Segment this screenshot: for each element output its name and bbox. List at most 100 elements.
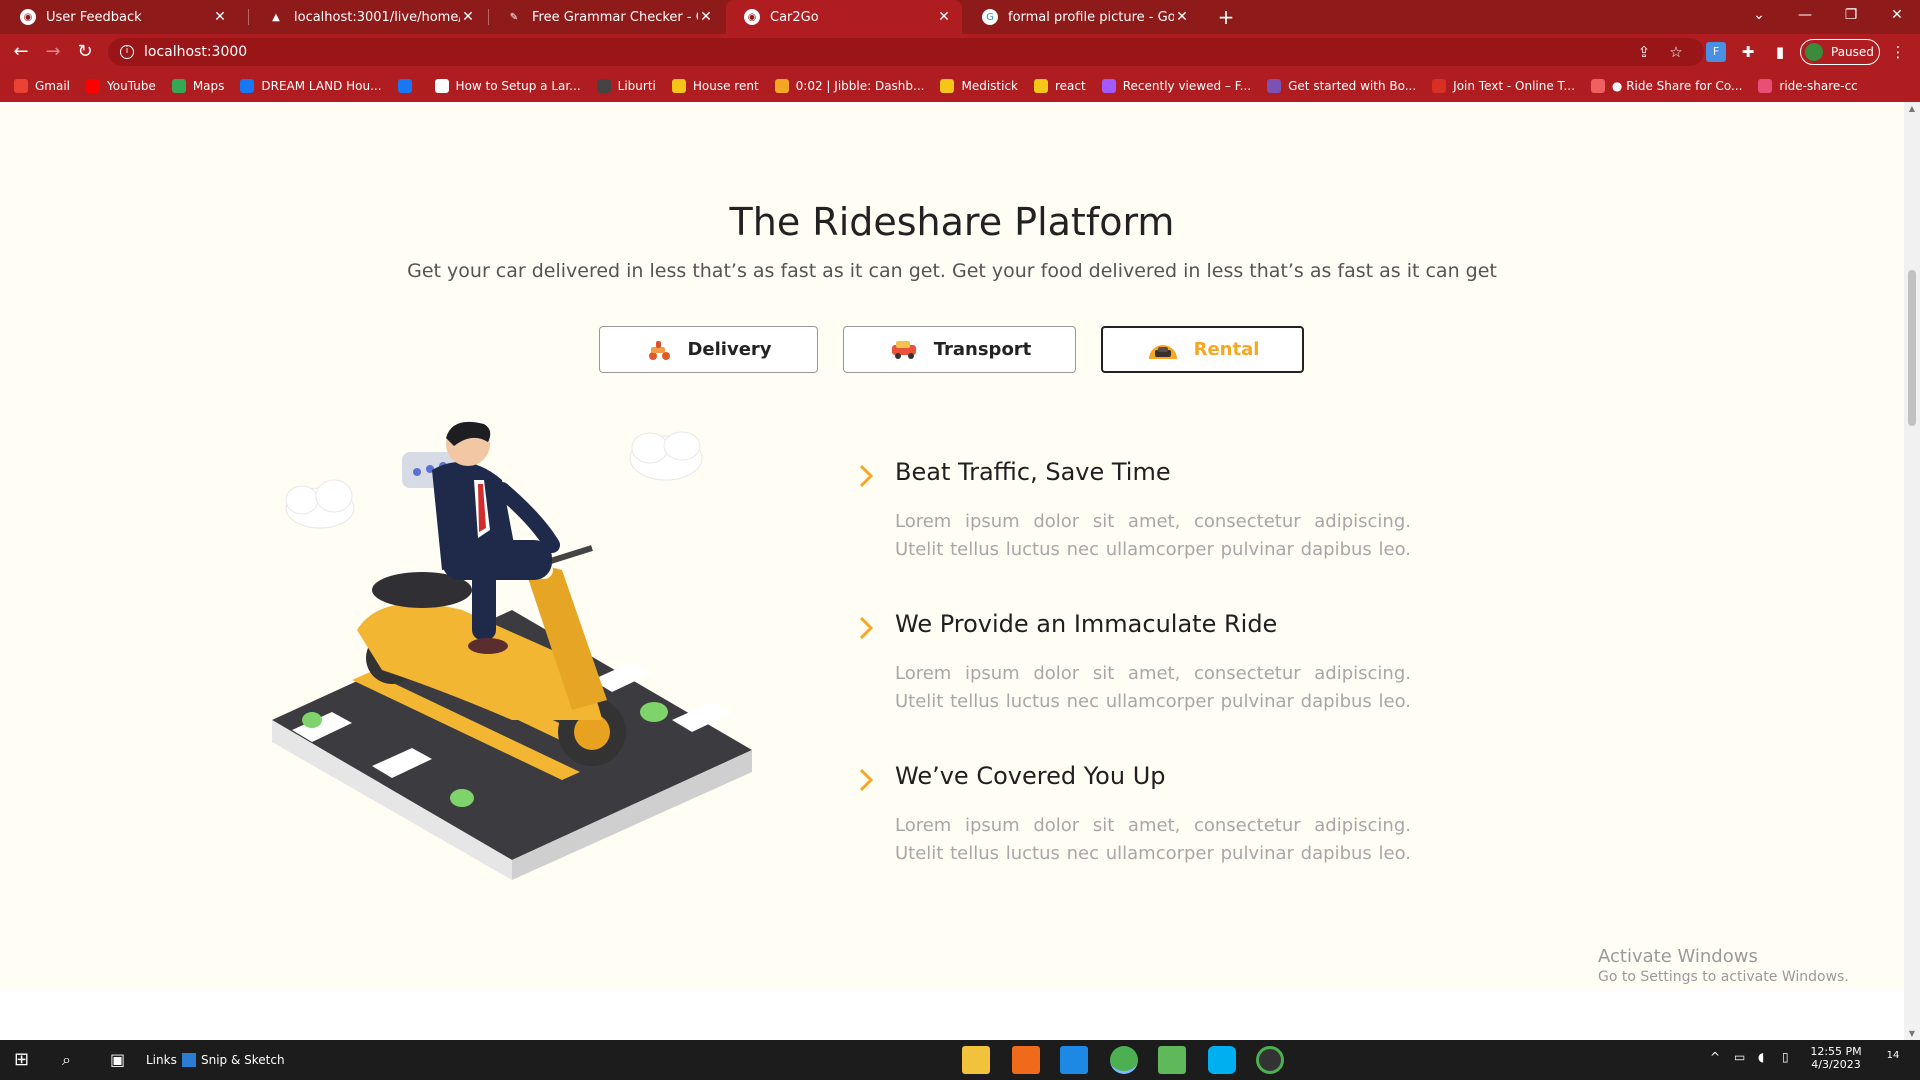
bookmark-favicon-icon xyxy=(1267,79,1282,93)
vscode-icon[interactable] xyxy=(1060,1046,1088,1074)
address-bar[interactable]: i localhost:3000 xyxy=(108,38,1704,66)
mongodb-compass-icon[interactable] xyxy=(1256,1046,1284,1074)
notepad-icon[interactable] xyxy=(1158,1046,1186,1074)
page-footer-strip xyxy=(0,990,1904,1040)
side-panel-icon[interactable]: ▮ xyxy=(1770,42,1790,62)
taskbar-links[interactable]: Links xyxy=(146,1048,177,1072)
browser-tab[interactable]: G formal profile picture - Google Search… xyxy=(964,0,1200,34)
scrollbar-thumb[interactable] xyxy=(1908,270,1916,426)
bookmark-label: ride-share-cc xyxy=(1779,79,1858,93)
chrome-globe-icon: ◉ xyxy=(20,9,36,25)
extensions-puzzle-icon[interactable]: ✚ xyxy=(1738,42,1758,62)
bookmark-favicon-icon xyxy=(86,79,101,93)
bookmark-item[interactable]: Liburti xyxy=(596,79,656,93)
tab-delivery[interactable]: Delivery xyxy=(599,326,818,373)
bookmark-item[interactable]: ● Ride Share for Co... xyxy=(1590,79,1742,93)
xampp-icon[interactable] xyxy=(1012,1046,1040,1074)
scroll-up-arrow-icon[interactable]: ▲ xyxy=(1904,104,1920,113)
bookmark-item[interactable]: ride-share-cc xyxy=(1758,79,1858,93)
forward-arrow-icon[interactable]: → xyxy=(42,41,64,63)
bookmark-item[interactable]: How to Setup a Lar... xyxy=(434,79,581,93)
windows-start-icon[interactable]: ⊞ xyxy=(14,1048,29,1072)
bookmark-label: Gmail xyxy=(35,79,71,93)
tab-close-icon[interactable]: ✕ xyxy=(460,9,476,25)
task-view-icon[interactable]: ▣ xyxy=(110,1048,125,1072)
reload-icon[interactable]: ↻ xyxy=(74,41,96,63)
chevron-right-icon xyxy=(859,464,874,488)
transport-car-icon xyxy=(891,340,916,359)
browser-tab[interactable]: ✎ Free Grammar Checker - QuillBot ✕ xyxy=(488,0,724,34)
volume-icon[interactable]: ◖ xyxy=(1758,1050,1764,1064)
google-g-icon: G xyxy=(982,9,998,25)
watermark-title: Activate Windows xyxy=(1598,946,1758,967)
bookmark-item[interactable]: Gmail xyxy=(14,79,70,93)
scroll-down-arrow-icon[interactable]: ▼ xyxy=(1904,1029,1920,1038)
feature-description: Lorem ipsum dolor sit amet, consectetur … xyxy=(895,663,1411,712)
new-tab-button[interactable]: + xyxy=(1213,5,1239,29)
tab-close-icon[interactable]: ✕ xyxy=(936,9,952,25)
extension-icon[interactable]: F xyxy=(1706,42,1726,62)
browser-tab[interactable]: ▲ localhost:3001/live/home/ ✕ xyxy=(250,0,486,34)
profile-button[interactable]: Paused xyxy=(1800,39,1880,65)
browser-toolbar: ← → ↻ i localhost:3000 ⇪ ☆ F ✚ ▮ Paused … xyxy=(0,34,1920,70)
browser-tab-active[interactable]: ◉ Car2Go ✕ xyxy=(726,0,962,34)
browser-tab[interactable]: ◉ User Feedback ✕ xyxy=(2,0,238,34)
more-menu-icon[interactable]: ⋮ xyxy=(1888,42,1908,62)
file-explorer-icon[interactable] xyxy=(962,1046,990,1074)
bookmark-favicon-icon xyxy=(397,79,412,93)
tab-rental[interactable]: Rental xyxy=(1101,326,1304,373)
back-arrow-icon[interactable]: ← xyxy=(10,41,32,63)
bookmark-label: House rent xyxy=(692,79,759,93)
tab-title: Car2Go xyxy=(770,9,819,25)
bookmark-item[interactable]: YouTube xyxy=(86,79,156,93)
bookmark-label: 0:02 | Jibble: Dashb... xyxy=(795,79,925,93)
site-info-icon[interactable]: i xyxy=(120,45,134,59)
bookmark-item[interactable] xyxy=(397,79,419,93)
bookmarks-bar: Gmail YouTube Maps DREAM LAND Hou... How to … xyxy=(0,70,1920,102)
bookmark-item[interactable]: DREAM LAND Hou... xyxy=(240,79,382,93)
feature-title: Beat Traffic, Save Time xyxy=(895,458,1171,486)
bookmark-favicon-icon xyxy=(596,79,611,93)
tab-transport[interactable]: Transport xyxy=(843,326,1076,373)
bookmark-item[interactable]: 0:02 | Jibble: Dashb... xyxy=(774,79,925,93)
bookmark-star-icon[interactable]: ☆ xyxy=(1666,42,1686,62)
bookmark-item[interactable]: House rent xyxy=(671,79,759,93)
bookmark-item[interactable]: Get started with Bo... xyxy=(1267,79,1416,93)
cloud-icon xyxy=(629,431,703,481)
skype-icon[interactable] xyxy=(1208,1046,1236,1074)
bookmark-item[interactable]: Join Text - Online T... xyxy=(1432,79,1575,93)
taskbar-clock[interactable]: 12:55 PM 4/3/2023 xyxy=(1806,1045,1866,1071)
bookmark-favicon-icon xyxy=(240,79,255,93)
minimize-button[interactable]: — xyxy=(1782,0,1828,30)
bookmark-label: Get started with Bo... xyxy=(1288,79,1417,93)
watermark-subtitle: Go to Settings to activate Windows. xyxy=(1598,969,1849,985)
notification-center-icon[interactable]: 14 xyxy=(1878,1050,1908,1061)
bookmark-item[interactable]: Medistick xyxy=(940,79,1018,93)
snip-sketch-shortcut[interactable]: Snip & Sketch xyxy=(182,1048,285,1072)
notification-count: 14 xyxy=(1886,1050,1900,1061)
restore-button[interactable]: ❐ xyxy=(1828,0,1874,30)
vercel-triangle-icon: ▲ xyxy=(272,11,280,23)
bookmark-item[interactable]: react xyxy=(1034,79,1086,93)
clock-date: 4/3/2023 xyxy=(1811,1058,1861,1071)
chrome-icon[interactable] xyxy=(1110,1046,1138,1074)
search-icon[interactable]: ⌕ xyxy=(62,1048,71,1072)
tab-title: formal profile picture - Google Search xyxy=(1008,9,1174,25)
tab-close-icon[interactable]: ✕ xyxy=(212,9,228,25)
bookmark-favicon-icon xyxy=(1590,79,1605,93)
snip-sketch-icon xyxy=(182,1053,196,1067)
battery-icon[interactable]: ▯ xyxy=(1782,1050,1789,1064)
chevron-right-icon xyxy=(859,768,874,792)
bookmark-item[interactable]: Recently viewed – F... xyxy=(1101,79,1251,93)
page-scrollbar[interactable]: ▲ ▼ xyxy=(1904,102,1920,1040)
tab-close-icon[interactable]: ✕ xyxy=(1174,9,1190,25)
bookmark-item[interactable]: Maps xyxy=(171,79,224,93)
close-window-button[interactable]: ✕ xyxy=(1874,0,1920,30)
tab-close-icon[interactable]: ✕ xyxy=(698,9,714,25)
tab-search-chevron-icon[interactable]: ⌄ xyxy=(1736,0,1782,30)
bookmark-label: Liburti xyxy=(617,79,656,93)
tab-title: Free Grammar Checker - QuillBot xyxy=(532,9,698,25)
network-icon[interactable]: ▭ xyxy=(1734,1050,1745,1064)
tray-chevron-icon[interactable]: ^ xyxy=(1710,1050,1720,1064)
share-icon[interactable]: ⇪ xyxy=(1634,42,1654,62)
